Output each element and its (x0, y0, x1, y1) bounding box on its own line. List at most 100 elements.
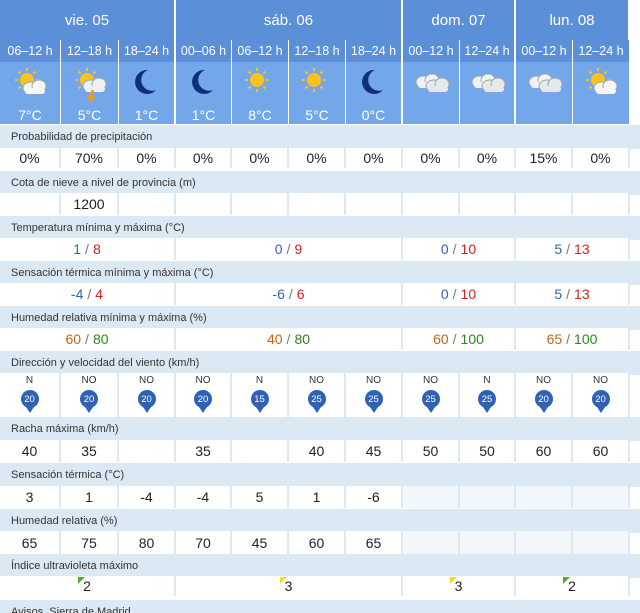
snow-level-cell (232, 193, 287, 215)
sky-state-row: 7°C 5°C 1°C 1°C 8°C 5°C 0°C (0, 62, 630, 124)
humidity-hour-cell (403, 531, 458, 554)
uv-level-flag-icon (78, 577, 85, 584)
feels-hour-cell (573, 486, 628, 508)
temperature-cell: 0/10 (403, 238, 514, 260)
wind-gust-cell (119, 440, 174, 462)
feels-like-row: -4/4 -6/6 0/10 5/13 (0, 283, 630, 305)
sky-state: 0°C (346, 62, 403, 124)
day-header: vie. 05 (0, 0, 176, 40)
wind-gust-cell: 40 (0, 440, 59, 462)
time-slot: 12–18 h (289, 40, 346, 62)
forecast-table: vie. 05 sáb. 06 dom. 07 lun. 08 06–12 h 12–18… (0, 0, 640, 613)
humidity-min: 40 (266, 331, 283, 347)
uv-cell: 3 (176, 576, 401, 596)
precipitation-cell: 0% (403, 148, 458, 168)
sky-state (403, 62, 460, 124)
humidity-hour-cell: 65 (0, 531, 59, 554)
precipitation-cell: 0% (289, 148, 344, 168)
time-slot: 00–06 h (176, 40, 232, 62)
feels-hour-cell: -4 (119, 486, 174, 508)
temperature-max: 10 (460, 241, 477, 257)
sun-icon (298, 66, 336, 105)
humidity-max: 80 (92, 331, 109, 347)
feels-hour-cell (516, 486, 571, 508)
row-label: Cota de nieve a nivel de provincia (m) (0, 171, 640, 195)
uv-level-flag-icon (279, 577, 287, 584)
humidity-hour-row: 65 75 80 70 45 60 65 (0, 531, 630, 554)
clouds-icon (468, 66, 506, 105)
precipitation-cell: 0% (573, 148, 628, 168)
feels-like-cell: 5/13 (516, 283, 628, 305)
wind-cell: N 25 (460, 373, 514, 417)
snow-level-cell (573, 193, 628, 215)
wind-gust-cell: 45 (346, 440, 401, 462)
feels-hour-cell (460, 486, 514, 508)
wind-gust-row: 40 35 35 40 45 50 50 60 60 (0, 440, 630, 462)
feels-like-max: 13 (574, 286, 590, 302)
wind-speed-icon: 20 (20, 390, 39, 413)
uv-cell: 3 (403, 576, 514, 596)
clouds-icon (525, 66, 563, 105)
temperature-max: 9 (294, 241, 303, 257)
wind-cell: NO 20 (61, 373, 117, 417)
wind-speed-icon: 20 (591, 390, 610, 413)
temperature-cell: 5/13 (516, 238, 628, 260)
row-label: Sensación térmica (°C) (0, 463, 640, 487)
sun-icon (241, 66, 279, 105)
feels-like-cell: -6/6 (176, 283, 401, 305)
sun-cloud-icon (11, 66, 49, 105)
row-label: Avisos. Sierra de Madrid (0, 600, 640, 613)
wind-row: N 20 NO 20 NO 20 NO 20 N 15 NO 25 NO 25 NO 25 N 25 NO 20 NO 2… (0, 373, 630, 417)
humidity-max: 100 (460, 331, 484, 347)
sun-cloud-icon (582, 66, 620, 105)
temperature-min: 1 (73, 241, 82, 257)
snow-level-cell: 1200 (61, 193, 117, 215)
humidity-hour-cell (516, 531, 571, 554)
feels-hour-cell: -6 (346, 486, 401, 508)
separator: / (286, 241, 291, 257)
uv-row: 2332 (0, 576, 630, 596)
humidity-max: 80 (294, 331, 311, 347)
sky-state (573, 62, 630, 124)
time-slot: 06–12 h (232, 40, 289, 62)
wind-speed-icon: 15 (250, 390, 269, 413)
wind-cell: NO 25 (403, 373, 458, 417)
feels-like-cell: 0/10 (403, 283, 514, 305)
time-slot: 00–12 h (516, 40, 573, 62)
humidity-hour-cell: 60 (289, 531, 344, 554)
temperature-max: 8 (92, 241, 101, 257)
uv-level-flag-icon (563, 577, 570, 584)
separator: / (452, 241, 457, 257)
temperature-max: 13 (574, 241, 590, 257)
snow-level-cell (119, 193, 174, 215)
feels-like-min: -6 (272, 286, 285, 302)
time-slot-row: 06–12 h 12–18 h 18–24 h 00–06 h 06–12 h 12–18… (0, 40, 630, 62)
sky-state (460, 62, 516, 124)
snow-level-cell (176, 193, 230, 215)
sky-temperature: 5°C (305, 107, 329, 123)
wind-gust-cell: 35 (176, 440, 230, 462)
wind-gust-cell: 50 (460, 440, 514, 462)
moon-icon (128, 66, 166, 105)
temperature-row: 1/8 0/9 0/10 5/13 (0, 238, 630, 260)
wind-cell: N 15 (232, 373, 287, 417)
time-slot: 12–24 h (460, 40, 516, 62)
wind-speed-icon: 20 (80, 390, 98, 413)
wind-gust-cell: 35 (61, 440, 117, 462)
clouds-icon (412, 66, 450, 105)
humidity-cell: 40/80 (176, 328, 401, 350)
wind-gust-cell (232, 440, 287, 462)
wind-cell: N 20 (0, 373, 59, 417)
wind-direction: NO (366, 375, 381, 386)
row-label: Sensación térmica mínima y máxima (°C) (0, 261, 640, 285)
sky-temperature: 7°C (18, 107, 42, 123)
precipitation-cell: 0% (346, 148, 401, 168)
humidity-hour-cell: 45 (232, 531, 287, 554)
precipitation-cell: 0% (176, 148, 230, 168)
sky-temperature: 5°C (77, 107, 102, 123)
sky-temperature: 1°C (191, 107, 216, 123)
moon-icon (185, 66, 223, 105)
separator: / (566, 241, 571, 257)
wind-speed-icon: 20 (194, 390, 212, 413)
snow-level-row: 1200 (0, 193, 630, 215)
